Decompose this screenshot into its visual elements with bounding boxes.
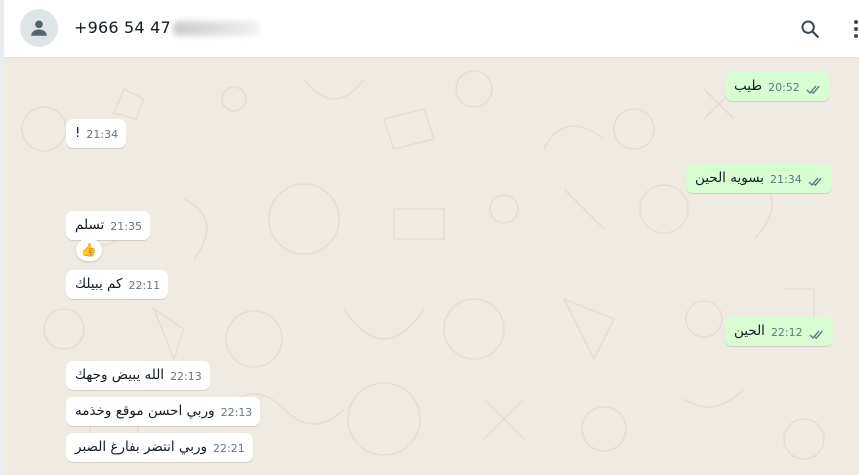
message-time: 21:35: [110, 220, 142, 233]
reaction-badge[interactable]: 👍: [76, 239, 102, 261]
message-outgoing[interactable]: بسويه الحين 21:34: [686, 164, 832, 193]
message-text: كم يبيلك: [75, 276, 123, 292]
double-check-icon: [806, 84, 822, 95]
message-text: !: [75, 125, 81, 141]
person-icon: [31, 20, 47, 36]
message-time: 22:11: [128, 279, 161, 292]
message-text: وربي احسن موقع وخذمه: [75, 403, 215, 419]
message-list[interactable]: طيب 20:52 ! 21:34 بسويه الحين 21:34 تسلم…: [4, 59, 859, 475]
more-vertical-icon: [854, 20, 858, 38]
message-incoming[interactable]: ! 21:34: [66, 119, 127, 148]
thumbs-up-icon: 👍: [80, 242, 98, 258]
message-incoming[interactable]: كم يبيلك 22:11: [66, 270, 169, 299]
message-time: 22:21: [213, 442, 245, 455]
message-text: تسلم: [75, 217, 105, 233]
message-text: بسويه الحين: [695, 170, 764, 186]
message-text: وربي انتضر بفارغ الصبر: [75, 439, 208, 455]
double-check-icon: [809, 329, 825, 340]
chat-header: +966 54 47: [4, 0, 859, 58]
double-check-icon: [808, 176, 824, 187]
search-icon: [801, 20, 819, 38]
contact-name[interactable]: +966 54 47: [74, 18, 259, 37]
avatar[interactable]: [20, 9, 58, 47]
redacted-number-part: [172, 21, 259, 36]
search-button[interactable]: [797, 16, 823, 42]
message-outgoing[interactable]: طيب 20:52: [725, 72, 830, 101]
message-time: 22:12: [770, 326, 803, 339]
contact-number: +966 54 47: [74, 18, 171, 37]
message-text: الله يبيض وجهك: [75, 367, 165, 383]
message-text: طيب: [734, 78, 763, 94]
message-incoming[interactable]: تسلم 21:35: [66, 211, 150, 240]
message-time: 20:52: [768, 81, 800, 94]
message-incoming[interactable]: وربي احسن موقع وخذمه 22:13: [66, 397, 261, 426]
message-time: 21:34: [770, 173, 802, 186]
chat-window: +966 54 47 طيب 20:52 ! 21:34 بسويه الحين…: [0, 0, 859, 475]
message-incoming[interactable]: الله يبيض وجهك 22:13: [66, 361, 210, 390]
message-time: 21:34: [86, 128, 119, 141]
message-text: الحين: [734, 323, 765, 339]
menu-button[interactable]: [849, 16, 859, 42]
message-time: 22:13: [220, 406, 253, 419]
message-outgoing[interactable]: الحين 22:12: [725, 317, 833, 346]
message-time: 22:13: [170, 370, 202, 383]
message-incoming[interactable]: وربي انتضر بفارغ الصبر 22:21: [66, 433, 253, 462]
